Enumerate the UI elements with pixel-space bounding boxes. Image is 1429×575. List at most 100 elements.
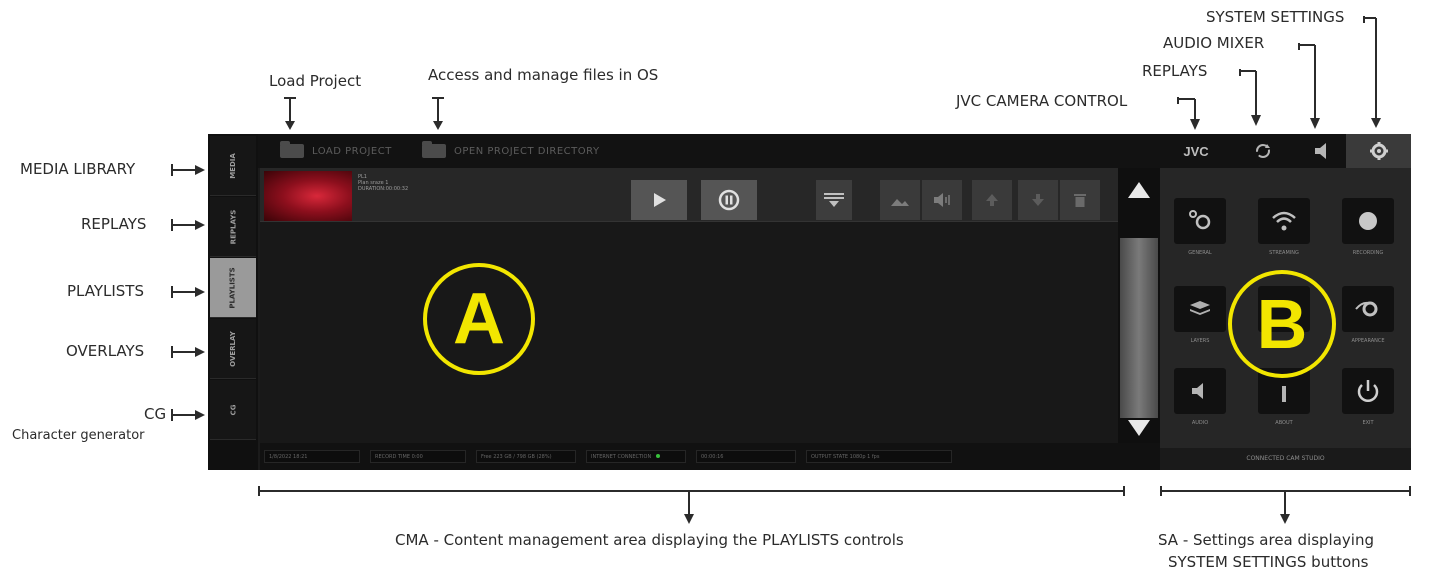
playlist-scrollbar[interactable] — [1118, 168, 1160, 443]
jvc-camera-control-button[interactable]: JVC — [1166, 134, 1226, 168]
nav-tab-replays[interactable]: REPLAYS — [210, 197, 256, 257]
audio-label: AUDIO — [1191, 420, 1209, 426]
delete-button[interactable] — [1060, 180, 1100, 220]
layers-button[interactable] — [1174, 286, 1226, 332]
nav-tab-media[interactable]: MEDIA — [210, 136, 256, 196]
folder-icon — [280, 141, 304, 158]
jvc-logo: JVC — [1183, 143, 1209, 159]
appearance-button[interactable] — [1342, 286, 1394, 332]
triangle-down-icon — [1128, 420, 1150, 436]
annotation-system-settings: SYSTEM SETTINGS — [1206, 8, 1345, 26]
open-folder-icon — [422, 141, 446, 158]
clip-meta: PL1 Plan sraze 1 DURATION:00:00:32 — [358, 174, 408, 192]
bracket-sa — [1160, 486, 1414, 526]
annotation-media-library: MEDIA LIBRARY — [20, 160, 136, 178]
clip-duration: DURATION:00:00:32 — [358, 186, 409, 192]
status-disk-space: Free 223 GB / 798 GB (28%) — [476, 450, 576, 463]
play-icon — [654, 193, 666, 207]
status-bar: 1/8/2022 18:21 RECORD TIME 0:00 Free 223… — [260, 443, 1160, 470]
system-settings-button[interactable] — [1346, 134, 1411, 168]
power-icon — [1357, 380, 1379, 402]
nav-tab-replays-label: REPLAYS — [229, 209, 237, 244]
trash-icon — [1074, 194, 1086, 207]
annotation-load-project: Load Project — [269, 72, 362, 90]
playlist-item[interactable]: PL1 Plan sraze 1 DURATION:00:00:32 — [260, 168, 1118, 222]
speaker-icon — [1315, 143, 1326, 159]
annotation-cg: CG — [144, 405, 167, 423]
scroll-down-button[interactable] — [1126, 416, 1152, 440]
status-datetime: 1/8/2022 18:21 — [264, 450, 360, 463]
status-timecode: 00:00:16 — [696, 450, 796, 463]
annotation-playlists: PLAYLISTS — [67, 282, 144, 300]
move-down-button[interactable] — [1018, 180, 1058, 220]
triangle-up-icon — [1128, 182, 1150, 198]
exit-button[interactable] — [1342, 368, 1394, 414]
status-record-time: RECORD TIME 0:00 — [370, 450, 466, 463]
streaming-label: STREAMING — [1269, 250, 1299, 256]
volume-icon — [934, 193, 950, 207]
image-button[interactable] — [880, 180, 920, 220]
content-management-area: PL1 Plan sraze 1 DURATION:00:00:32 — [260, 168, 1118, 443]
annotation-replays-top: REPLAYS — [1142, 62, 1208, 80]
arrow-audio-mixer — [1298, 43, 1320, 131]
load-project-button[interactable]: LOAD PROJECT — [280, 141, 392, 159]
recording-button[interactable] — [1342, 198, 1394, 244]
eye-icon — [1355, 301, 1378, 317]
audio-button[interactable] — [1174, 368, 1226, 414]
callout-b-letter: B — [1256, 285, 1308, 363]
nav-tab-playlists-label: PLAYLISTS — [229, 266, 237, 309]
callout-a-letter: A — [453, 279, 505, 359]
nav-tab-cg[interactable]: CG — [210, 380, 256, 440]
arrow-replays-left — [171, 218, 207, 231]
audio-mixer-button[interactable] — [1293, 134, 1353, 168]
about-label: ABOUT — [1275, 420, 1293, 426]
annotation-overlays: OVERLAYS — [66, 342, 145, 360]
annotation-sa-caption-2: SYSTEM SETTINGS buttons — [1168, 553, 1369, 571]
annotation-access-files: Access and manage files in OS — [428, 66, 659, 84]
app-window: MEDIA REPLAYS PLAYLISTS OVERLAY CG LOAD … — [208, 134, 1411, 470]
playlist-icon — [824, 193, 844, 207]
pause-icon — [718, 189, 740, 211]
pause-button[interactable] — [701, 180, 757, 220]
open-project-directory-button[interactable]: OPEN PROJECT DIRECTORY — [422, 141, 600, 159]
annotation-cg-sub: Character generator — [12, 428, 145, 443]
general-button[interactable] — [1174, 198, 1226, 244]
nav-tab-media-label: MEDIA — [229, 152, 237, 179]
move-up-button[interactable] — [972, 180, 1012, 220]
arrow-playlists — [171, 285, 207, 298]
nav-tab-playlists[interactable]: PLAYLISTS — [210, 258, 256, 318]
scroll-track[interactable] — [1120, 238, 1158, 418]
nav-tab-overlay[interactable]: OVERLAY — [210, 319, 256, 379]
mute-button[interactable] — [922, 180, 962, 220]
streaming-button[interactable] — [1258, 198, 1310, 244]
top-bar: LOAD PROJECT OPEN PROJECT DIRECTORY JVC — [258, 134, 1411, 168]
record-icon — [1359, 212, 1377, 230]
info-icon — [1282, 386, 1286, 402]
annotation-jvc-camera-control: JVC CAMERA CONTROL — [956, 92, 1128, 110]
left-nav: MEDIA REPLAYS PLAYLISTS OVERLAY CG — [208, 134, 258, 470]
load-project-label: LOAD PROJECT — [312, 145, 392, 157]
annotation-sa-caption-1: SA - Settings area displaying — [1158, 531, 1374, 549]
replays-button[interactable] — [1233, 134, 1293, 168]
callout-a: A — [423, 263, 535, 375]
gear-icon — [1189, 210, 1211, 230]
layers-label: LAYERS — [1190, 338, 1210, 344]
bracket-cma — [258, 486, 1128, 526]
arrow-media-library — [171, 163, 207, 176]
replay-icon — [1256, 144, 1270, 158]
play-button[interactable] — [631, 180, 687, 220]
arrow-access-files — [431, 97, 445, 131]
status-internet-label: INTERNET CONNECTION — [591, 454, 652, 460]
nav-tab-cg-label: CG — [228, 404, 237, 415]
annotation-replays-left: REPLAYS — [81, 215, 147, 233]
annotation-cma-caption: CMA - Content management area displaying… — [395, 531, 904, 549]
callout-b: B — [1228, 270, 1336, 378]
scroll-up-button[interactable] — [1126, 178, 1152, 202]
status-internet: INTERNET CONNECTION — [586, 450, 686, 463]
annotation-audio-mixer: AUDIO MIXER — [1163, 34, 1265, 52]
nav-tab-overlay-label: OVERLAY — [228, 330, 237, 367]
arrow-overlays — [171, 345, 207, 358]
playlist-menu-button[interactable] — [816, 180, 852, 220]
arrow-up-icon — [986, 194, 998, 206]
speaker-icon — [1192, 383, 1203, 399]
